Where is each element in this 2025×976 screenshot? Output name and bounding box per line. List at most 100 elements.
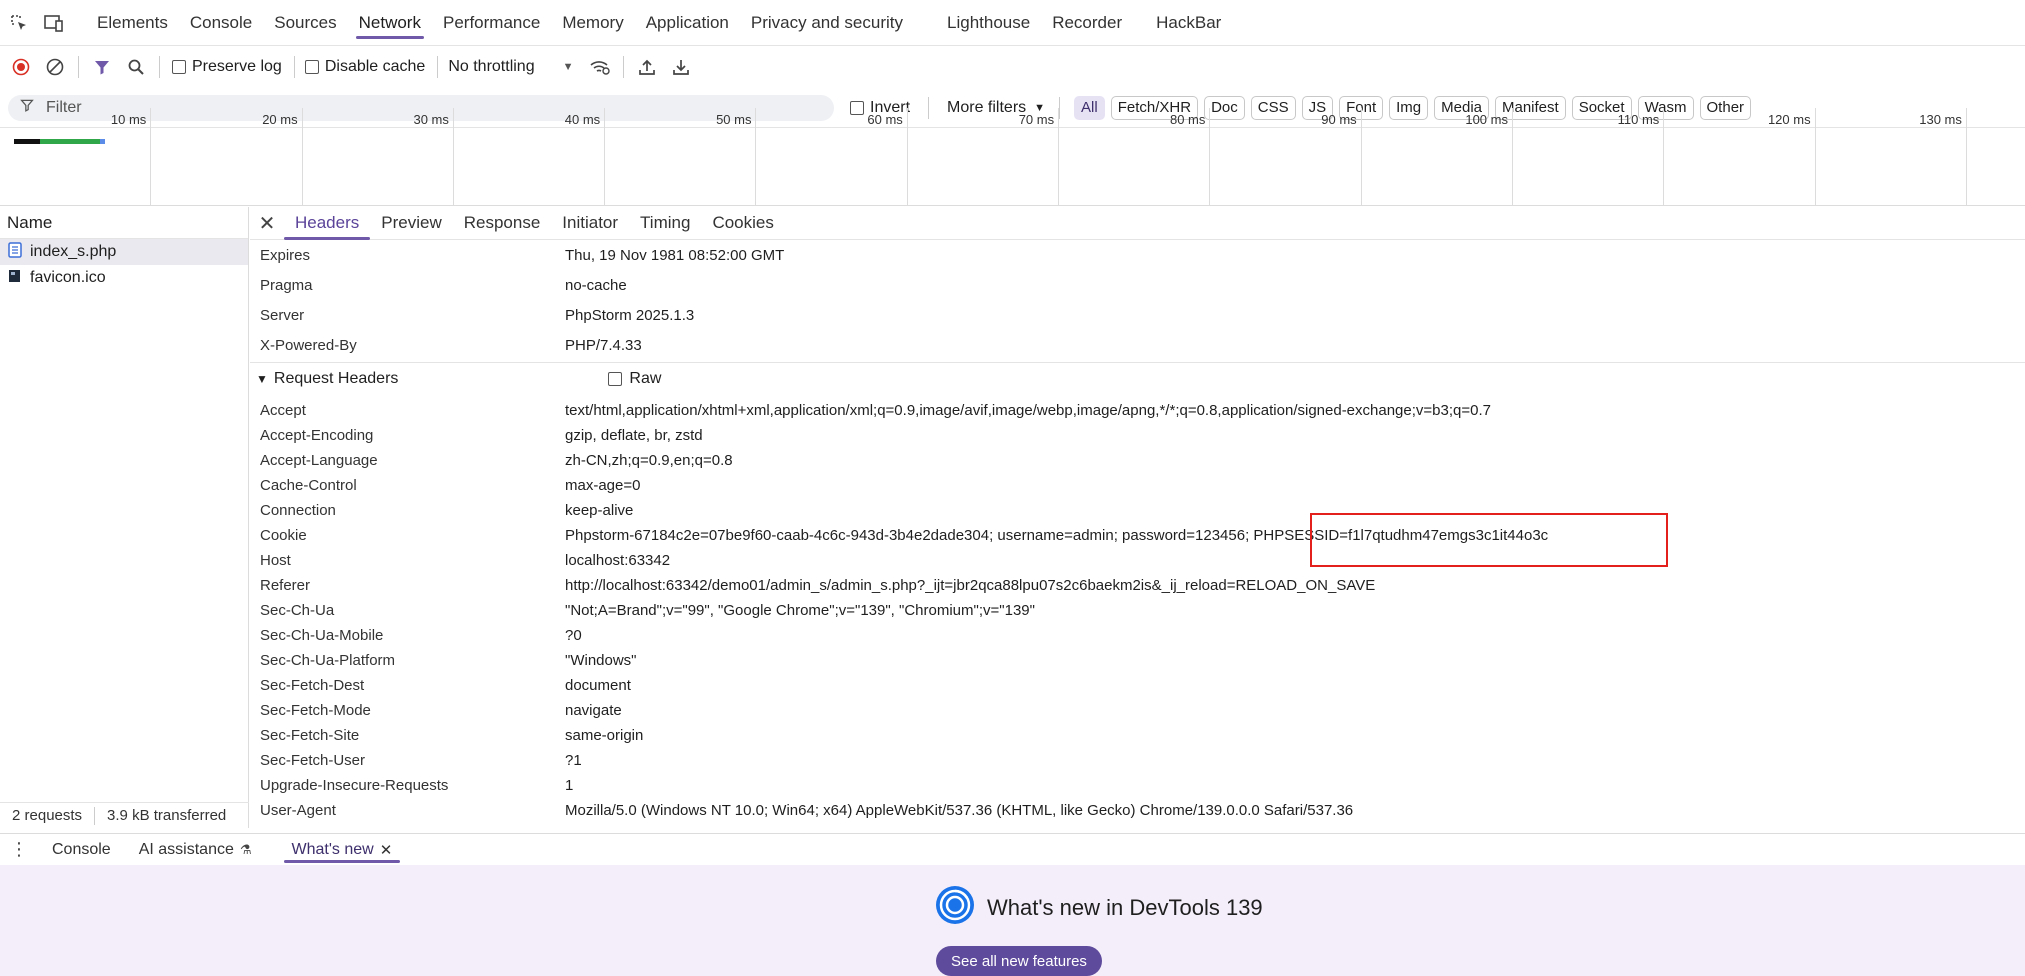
network-conditions-icon[interactable] [583, 50, 617, 84]
tab-sources[interactable]: Sources [263, 0, 347, 45]
header-name: Sec-Fetch-Site [260, 727, 360, 744]
network-toolbar: Preserve log Disable cache No throttling… [0, 46, 2025, 88]
header-name: Sec-Fetch-Dest [260, 677, 365, 694]
tab-lighthouse[interactable]: Lighthouse [936, 0, 1041, 45]
request-header-row: Accept-Encoding gzip, deflate, br, zstd [250, 423, 2025, 448]
drawer-tabbar: ⋮ Console AI assistance ⚗ What's new ✕ [0, 833, 2025, 865]
drawer-tab-whats-new[interactable]: What's new ✕ [278, 834, 407, 865]
header-value[interactable]: document [565, 677, 631, 694]
tab-hackbar[interactable]: HackBar [1145, 0, 1232, 45]
timeline-tick-label: 30 ms [413, 112, 449, 127]
checkbox-box[interactable] [172, 60, 186, 74]
close-icon[interactable]: ✕ [250, 211, 284, 236]
header-value[interactable]: same-origin [565, 727, 643, 744]
timeline-tick-label: 80 ms [1169, 112, 1206, 127]
clear-icon[interactable] [38, 50, 72, 84]
tab-console[interactable]: Console [179, 0, 263, 45]
timeline-column: 70 ms [908, 108, 1060, 206]
drawer-tab-ai-assistance[interactable]: AI assistance ⚗ [125, 834, 266, 865]
header-value[interactable]: 1 [565, 777, 573, 794]
drawer-tab-label: Console [52, 840, 111, 858]
header-value[interactable]: ?0 [565, 627, 582, 644]
record-icon[interactable] [4, 50, 38, 84]
header-value[interactable]: "Windows" [565, 652, 637, 669]
header-value[interactable]: zh-CN,zh;q=0.9,en;q=0.8 [565, 452, 733, 469]
inspect-element-icon[interactable] [4, 8, 34, 38]
whats-new-panel: What's new in DevTools 139 See all new f… [0, 865, 2025, 976]
detail-tab-response[interactable]: Response [453, 207, 552, 239]
close-icon[interactable]: ✕ [380, 841, 393, 859]
divider [293, 56, 295, 78]
device-toolbar-icon[interactable] [38, 8, 68, 38]
filter-icon[interactable] [85, 50, 119, 84]
export-har-icon[interactable] [664, 50, 698, 84]
header-value[interactable]: no-cache [565, 277, 627, 294]
timeline-column: 80 ms [1059, 108, 1211, 206]
timeline-overview[interactable]: 130 ms 120 ms 110 ms 100 ms 90 ms 80 ms 70 ms 6… [0, 108, 2025, 206]
search-icon[interactable] [119, 50, 153, 84]
header-value[interactable]: PhpStorm 2025.1.3 [565, 307, 694, 324]
raw-checkbox[interactable]: Raw [608, 370, 661, 388]
request-count: 2 requests [12, 807, 83, 824]
header-value[interactable]: max-age=0 [565, 477, 640, 494]
timeline-tick-label: 60 ms [867, 112, 903, 127]
divider [78, 56, 79, 78]
header-value[interactable]: PHP/7.4.33 [565, 337, 642, 354]
header-value[interactable]: Mozilla/5.0 (Windows NT 10.0; Win64; x64… [565, 802, 1353, 819]
header-value[interactable]: localhost:63342 [565, 552, 670, 569]
detail-tab-preview[interactable]: Preview [370, 207, 452, 239]
detail-tab-headers[interactable]: Headers [284, 207, 371, 240]
header-value[interactable]: navigate [565, 702, 622, 719]
preserve-log-checkbox[interactable]: Preserve log [172, 58, 282, 76]
document-icon [8, 241, 22, 263]
name-header-label: Name [7, 212, 53, 232]
header-value[interactable]: keep-alive [565, 502, 633, 519]
request-row[interactable]: favicon.ico [0, 265, 248, 291]
timeline-tick-label: 10 ms [110, 112, 147, 127]
request-header-row: Sec-Fetch-Mode navigate [250, 698, 2025, 723]
timeline-column: 30 ms [303, 108, 454, 206]
header-value[interactable]: ?1 [565, 752, 582, 769]
tab-network[interactable]: Network [348, 0, 432, 45]
detail-tab-initiator[interactable]: Initiator [551, 207, 629, 239]
request-header-row: Upgrade-Insecure-Requests 1 [250, 773, 2025, 798]
request-headers-section-header[interactable]: ▼ Request Headers Raw [250, 362, 2025, 395]
timeline-tick-label: 130 ms [1919, 112, 1962, 127]
timeline-tick-label: 70 ms [1018, 112, 1055, 127]
checkbox-box[interactable] [304, 60, 319, 74]
see-all-features-button[interactable]: See all new features [936, 946, 1102, 976]
drawer-tab-console[interactable]: Console [38, 834, 125, 865]
tab-elements[interactable]: Elements [86, 0, 179, 45]
timeline-tick-label: 50 ms [716, 112, 752, 127]
tab-performance[interactable]: Performance [432, 0, 551, 45]
name-column-header[interactable]: Name [0, 207, 248, 239]
request-row[interactable]: index_s.php [0, 239, 248, 265]
divider [437, 56, 439, 78]
header-name: Cache-Control [260, 477, 357, 494]
import-har-icon[interactable] [630, 50, 664, 84]
disable-cache-checkbox[interactable]: Disable cache [304, 58, 425, 76]
tab-application[interactable]: Application [635, 0, 740, 45]
tab-memory[interactable]: Memory [551, 0, 634, 45]
timeline-tick-label: 110 ms [1617, 112, 1660, 127]
tab-recorder[interactable]: Recorder [1041, 0, 1133, 45]
more-options-icon[interactable]: ⋮ [0, 839, 38, 860]
timeline-column: 20 ms [151, 108, 303, 206]
header-name: X-Powered-By [260, 336, 357, 354]
header-value[interactable]: text/html,application/xhtml+xml,applicat… [565, 402, 1491, 419]
checkbox-box[interactable] [608, 372, 623, 386]
header-value[interactable]: "Not;A=Brand";v="99", "Google Chrome";v=… [565, 602, 1035, 619]
throttling-select[interactable]: No throttling ▼ [448, 58, 573, 76]
chrome-devtools-logo-icon [935, 885, 975, 931]
request-header-row: Cache-Control max-age=0 [250, 473, 2025, 498]
chevron-down-icon: ▼ [562, 61, 574, 73]
header-value[interactable]: http://localhost:63342/demo01/admin_s/ad… [565, 577, 1375, 594]
detail-tab-cookies[interactable]: Cookies [701, 207, 784, 239]
request-details-pane: ✕ Headers Preview Response Initiator Timing C… [250, 207, 2025, 828]
response-headers-list: Expires Thu, 19 Nov 1981 08:52:00 GMT Prag… [250, 240, 2025, 360]
detail-tab-timing[interactable]: Timing [629, 207, 701, 239]
header-value[interactable]: gzip, deflate, br, zstd [565, 427, 703, 444]
request-header-row: Host localhost:63342 [250, 548, 2025, 573]
tab-privacy-and-security[interactable]: Privacy and security [740, 0, 914, 45]
header-value[interactable]: Thu, 19 Nov 1981 08:52:00 GMT [565, 247, 784, 264]
